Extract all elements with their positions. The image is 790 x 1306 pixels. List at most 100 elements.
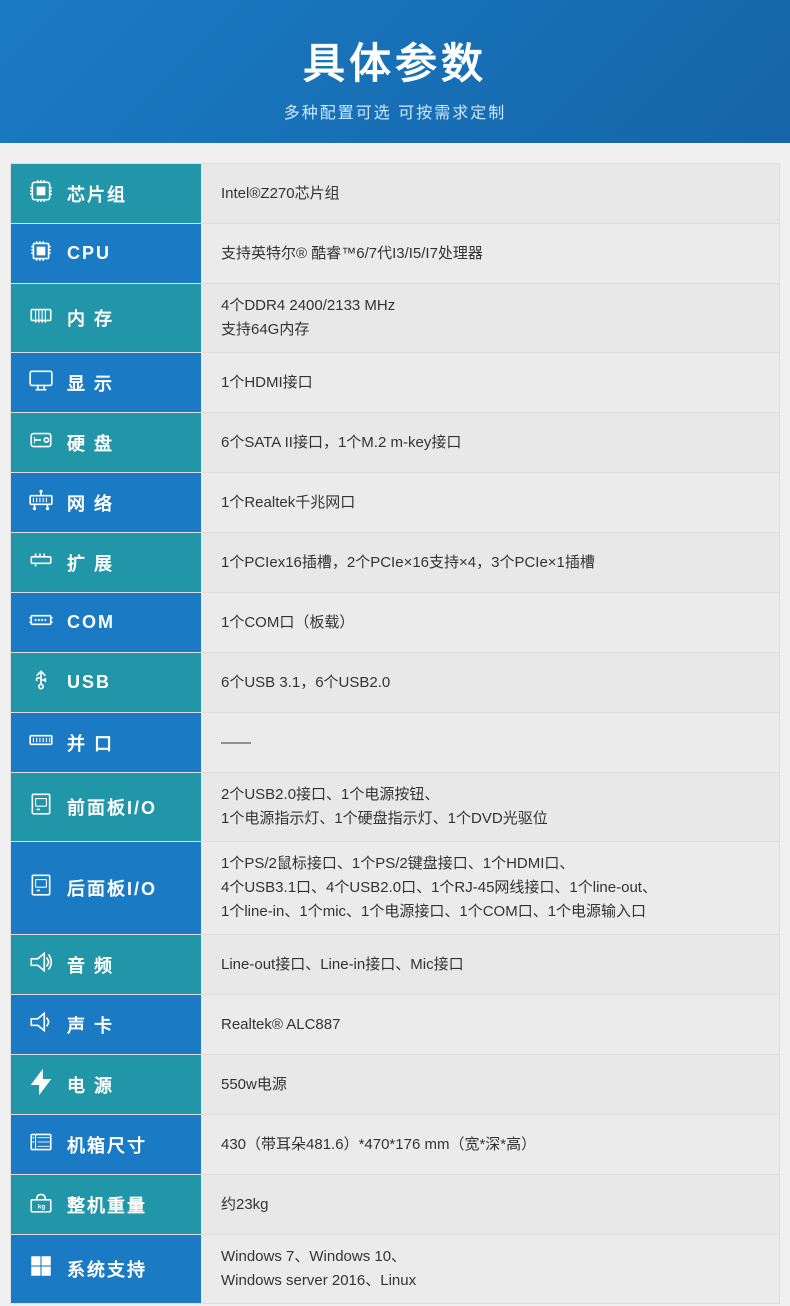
spec-value-memory: 4个DDR4 2400/2133 MHz支持64G内存 [201,284,779,352]
header: 具体参数 多种配置可选 可按需求定制 [0,0,790,143]
spec-value-line: 6个SATA II接口，1个M.2 m-key接口 [221,431,461,455]
spec-label-chipset: 芯片组 [11,164,201,223]
spec-name-sound-card: 声 卡 [67,1012,114,1038]
spec-row-audio: 音 频 Line-out接口、Line-in接口、Mic接口 [11,935,779,995]
spec-value-inner-power: 550w电源 [221,1073,287,1097]
spec-label-com: COM [11,593,201,652]
spec-label-audio: 音 频 [11,935,201,994]
spec-label-memory: 内 存 [11,284,201,352]
spec-value-inner-parallel: —— [221,731,251,755]
display-icon [25,367,57,399]
spec-name-com: COM [67,612,115,633]
spec-name-parallel: 并 口 [67,730,114,756]
spec-name-expansion: 扩 展 [67,550,114,576]
network-icon [25,487,57,519]
spec-value-line: Realtek® ALC887 [221,1013,340,1037]
spec-value-inner-weight: 约23kg [221,1193,269,1217]
spec-name-weight: 整机重量 [67,1192,147,1218]
spec-name-front-panel: 前面板I/O [67,794,157,820]
spec-value-os: Windows 7、Windows 10、Windows server 2016… [201,1235,779,1303]
spec-label-weight: kg 整机重量 [11,1175,201,1234]
spec-row-sound-card: 声 卡 Realtek® ALC887 [11,995,779,1055]
spec-row-rear-panel: 后面板I/O 1个PS/2鼠标接口、1个PS/2键盘接口、1个HDMI口、4个U… [11,842,779,935]
front-panel-icon [25,791,57,823]
spec-label-network: 网 络 [11,473,201,532]
page-title: 具体参数 [20,30,770,91]
spec-value-inner-sound-card: Realtek® ALC887 [221,1013,340,1037]
spec-row-os: 系统支持 Windows 7、Windows 10、Windows server… [11,1235,779,1303]
spec-value-line: 430（带耳朵481.6）*470*176 mm（宽*深*高） [221,1133,536,1157]
spec-value-display: 1个HDMI接口 [201,353,779,412]
spec-name-cpu: CPU [67,243,111,264]
spec-row-memory: 内 存 4个DDR4 2400/2133 MHz支持64G内存 [11,284,779,353]
spec-value-line: —— [221,731,251,755]
spec-value-line: 约23kg [221,1193,269,1217]
spec-name-rear-panel: 后面板I/O [67,875,157,901]
spec-value-inner-os: Windows 7、Windows 10、Windows server 2016… [221,1245,416,1293]
spec-label-display: 显 示 [11,353,201,412]
spec-value-line: Intel®Z270芯片组 [221,182,340,206]
spec-row-chipset: 芯片组 Intel®Z270芯片组 [11,164,779,224]
spec-value-line: 1个PCIex16插槽，2个PCIe×16支持×4，3个PCIe×1插槽 [221,551,595,575]
spec-row-usb: USB 6个USB 3.1，6个USB2.0 [11,653,779,713]
spec-value-line: Windows server 2016、Linux [221,1269,416,1293]
spec-label-chassis: 机箱尺寸 [11,1115,201,1174]
spec-row-chassis: 机箱尺寸 430（带耳朵481.6）*470*176 mm（宽*深*高） [11,1115,779,1175]
page-wrapper: 具体参数 多种配置可选 可按需求定制 芯片组 Intel®Z270芯片组 CPU… [0,0,790,1304]
spec-value-line: 1个COM口（板载） [221,611,354,635]
memory-icon [25,302,57,334]
spec-value-line: 4个DDR4 2400/2133 MHz [221,294,395,318]
harddisk-icon [25,427,57,459]
svg-text:kg: kg [38,1203,46,1210]
spec-label-front-panel: 前面板I/O [11,773,201,841]
spec-value-power: 550w电源 [201,1055,779,1114]
spec-value-inner-network: 1个Realtek千兆网口 [221,491,355,515]
spec-label-sound-card: 声 卡 [11,995,201,1054]
spec-value-line: 支持英特尔® 酷睿™6/7代I3/I5/I7处理器 [221,242,483,266]
cpu-icon [25,238,57,270]
spec-value-inner-audio: Line-out接口、Line-in接口、Mic接口 [221,953,464,977]
spec-value-inner-usb: 6个USB 3.1，6个USB2.0 [221,671,390,695]
spec-row-network: 网 络 1个Realtek千兆网口 [11,473,779,533]
spec-value-line: 550w电源 [221,1073,287,1097]
spec-label-cpu: CPU [11,224,201,283]
spec-value-line: Line-out接口、Line-in接口、Mic接口 [221,953,464,977]
spec-row-display: 显 示 1个HDMI接口 [11,353,779,413]
spec-value-line: 4个USB3.1口、4个USB2.0口、1个RJ-45网线接口、1个line-o… [221,876,657,900]
spec-value-network: 1个Realtek千兆网口 [201,473,779,532]
spec-row-cpu: CPU 支持英特尔® 酷睿™6/7代I3/I5/I7处理器 [11,224,779,284]
spec-value-com: 1个COM口（板载） [201,593,779,652]
spec-value-expansion: 1个PCIex16插槽，2个PCIe×16支持×4，3个PCIe×1插槽 [201,533,779,592]
power-icon [25,1069,57,1101]
spec-value-chassis: 430（带耳朵481.6）*470*176 mm（宽*深*高） [201,1115,779,1174]
spec-label-usb: USB [11,653,201,712]
spec-name-harddisk: 硬 盘 [67,430,114,456]
sound-card-icon [25,1009,57,1041]
spec-row-front-panel: 前面板I/O 2个USB2.0接口、1个电源按钮、1个电源指示灯、1个硬盘指示灯… [11,773,779,842]
parallel-icon [25,727,57,759]
spec-label-harddisk: 硬 盘 [11,413,201,472]
spec-value-inner-chipset: Intel®Z270芯片组 [221,182,340,206]
spec-value-cpu: 支持英特尔® 酷睿™6/7代I3/I5/I7处理器 [201,224,779,283]
specs-table: 芯片组 Intel®Z270芯片组 CPU 支持英特尔® 酷睿™6/7代I3/I… [10,163,780,1304]
usb-icon [25,667,57,699]
page-subtitle: 多种配置可选 可按需求定制 [20,99,770,123]
expansion-icon [25,547,57,579]
spec-value-usb: 6个USB 3.1，6个USB2.0 [201,653,779,712]
spec-name-os: 系统支持 [67,1256,147,1282]
weight-icon: kg [25,1189,57,1221]
spec-row-parallel: 并 口 —— [11,713,779,773]
rear-panel-icon [25,872,57,904]
spec-label-parallel: 并 口 [11,713,201,772]
spec-value-line: 2个USB2.0接口、1个电源按钮、 [221,783,548,807]
spec-name-memory: 内 存 [67,305,114,331]
spec-value-inner-expansion: 1个PCIex16插槽，2个PCIe×16支持×4，3个PCIe×1插槽 [221,551,595,575]
spec-value-chipset: Intel®Z270芯片组 [201,164,779,223]
spec-label-power: 电 源 [11,1055,201,1114]
chassis-icon [25,1129,57,1161]
spec-name-network: 网 络 [67,490,114,516]
spec-value-inner-memory: 4个DDR4 2400/2133 MHz支持64G内存 [221,294,395,342]
chipset-icon [25,178,57,210]
spec-row-com: COM 1个COM口（板载） [11,593,779,653]
spec-value-harddisk: 6个SATA II接口，1个M.2 m-key接口 [201,413,779,472]
